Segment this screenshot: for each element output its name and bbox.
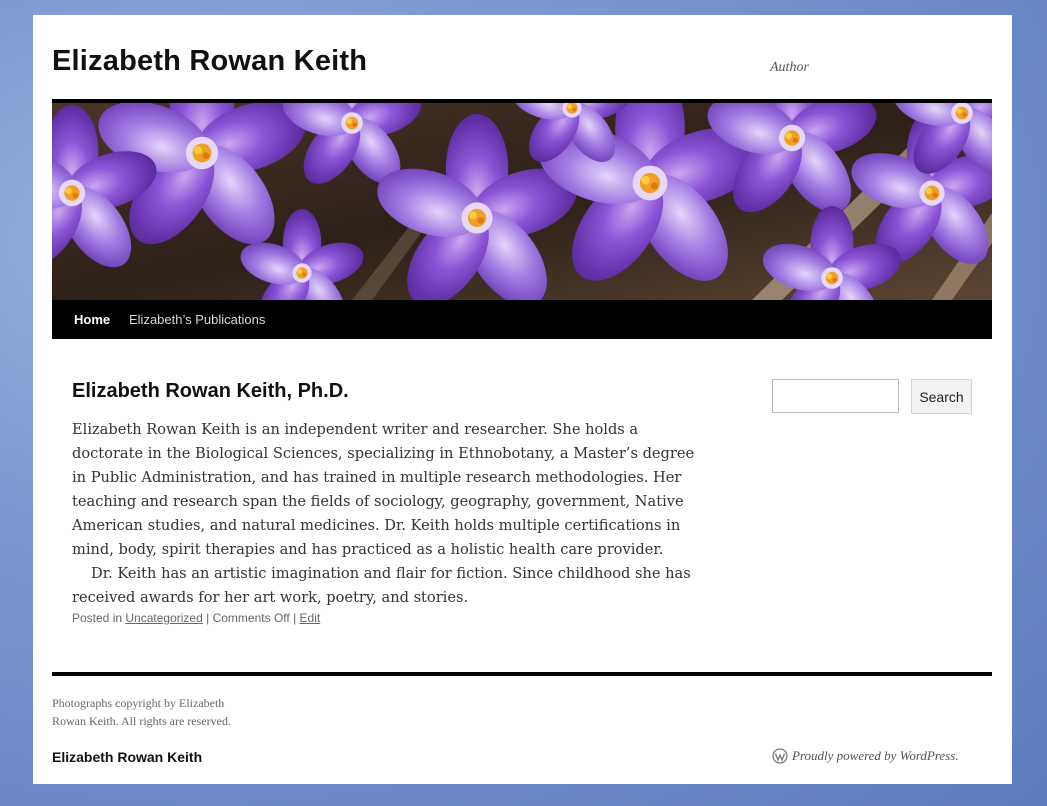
footer-divider <box>52 672 992 676</box>
post-title[interactable]: Elizabeth Rowan Keith, Ph.D. <box>72 380 349 403</box>
post-content: Elizabeth Rowan Keith is an independent … <box>72 418 712 610</box>
post-paragraph: Dr. Keith has an artistic imagination an… <box>72 565 691 606</box>
page-container: Elizabeth Rowan Keith Author Home Elizab… <box>33 15 1012 784</box>
main-navigation: Home Elizabeth’s Publications <box>52 300 992 339</box>
comments-status: Comments Off <box>212 611 290 625</box>
site-title[interactable]: Elizabeth Rowan Keith <box>52 45 367 78</box>
nav-item-publications[interactable]: Elizabeth’s Publications <box>129 312 265 327</box>
header-banner-image[interactable] <box>52 103 992 300</box>
powered-by-link[interactable]: Proudly powered by WordPress. <box>772 748 959 764</box>
posted-in-label: Posted in <box>72 611 123 625</box>
footer-copyright-text: Photographs copyright by Elizabeth Rowan… <box>52 694 262 730</box>
crocus-flowers-photo <box>52 103 992 300</box>
category-link[interactable]: Uncategorized <box>125 611 202 625</box>
powered-by-text: Proudly powered by WordPress. <box>792 748 959 763</box>
search-button[interactable]: Search <box>911 379 972 414</box>
nav-item-home[interactable]: Home <box>74 312 110 327</box>
search-input[interactable] <box>772 379 899 413</box>
post-paragraph: Elizabeth Rowan Keith is an independent … <box>72 421 695 558</box>
footer-copyright-line: Rowan Keith. All rights are reserved. <box>52 714 231 728</box>
meta-separator: | <box>206 611 210 625</box>
site-description: Author <box>770 60 809 75</box>
post-meta: Posted in Uncategorized | Comments Off |… <box>72 611 320 625</box>
footer-copyright-line: Photographs copyright by Elizabeth <box>52 696 225 710</box>
footer-site-title[interactable]: Elizabeth Rowan Keith <box>52 749 202 765</box>
wordpress-icon <box>772 748 788 764</box>
meta-separator: | <box>293 611 297 625</box>
edit-link[interactable]: Edit <box>300 611 321 625</box>
